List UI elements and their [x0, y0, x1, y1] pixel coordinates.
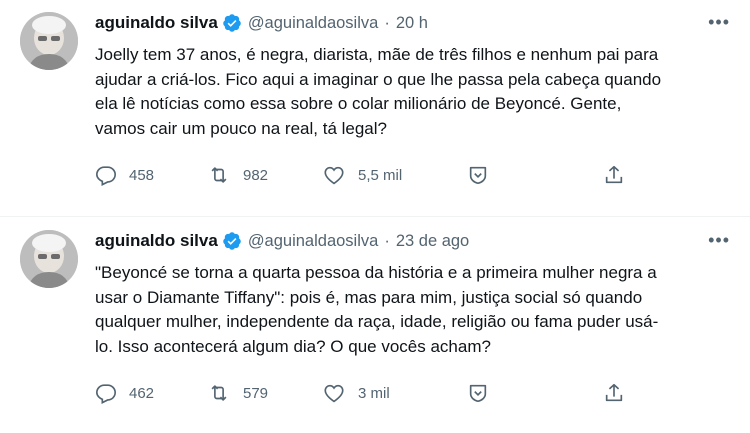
retweet-count: 579 — [243, 384, 269, 402]
more-options-icon[interactable]: ••• — [708, 230, 730, 251]
heart-icon — [324, 166, 344, 185]
retweet-icon — [211, 385, 227, 401]
reply-count: 458 — [129, 166, 155, 184]
more-options-icon[interactable]: ••• — [708, 12, 730, 33]
like-button[interactable]: 5,5 mil — [322, 164, 467, 186]
action-bar: 462 579 3 mil — [95, 381, 655, 405]
reply-icon — [96, 384, 116, 404]
verified-badge-icon — [222, 231, 242, 251]
tweet[interactable]: aguinaldo silva @aguinaldaosilva · 23 de… — [0, 216, 750, 432]
tweet-text: "Beyoncé se torna a quarta pessoa da his… — [95, 263, 659, 356]
like-button[interactable]: 3 mil — [322, 382, 467, 404]
reply-icon — [96, 166, 116, 186]
action-bar: 458 982 5,5 mil — [95, 163, 655, 187]
timestamp[interactable]: 23 de ago — [396, 232, 469, 251]
handle[interactable]: @aguinaldaosilva — [248, 232, 379, 251]
avatar[interactable] — [20, 12, 78, 70]
like-count: 3 mil — [358, 384, 390, 402]
tweet-header: aguinaldo silva @aguinaldaosilva · 20 h … — [95, 12, 730, 34]
verified-badge-icon — [222, 13, 242, 33]
handle[interactable]: @aguinaldaosilva — [248, 14, 379, 33]
separator: · — [384, 231, 390, 250]
shield-down-icon — [469, 384, 487, 403]
reply-button[interactable]: 462 — [95, 382, 207, 404]
heart-icon — [324, 384, 344, 403]
retweet-icon — [211, 167, 227, 183]
like-count: 5,5 mil — [358, 166, 403, 184]
tweet-header: aguinaldo silva @aguinaldaosilva · 23 de… — [95, 230, 730, 252]
reply-count: 462 — [129, 384, 155, 402]
tweet-text: Joelly tem 37 anos, é negra, diarista, m… — [95, 45, 662, 138]
retweet-button[interactable]: 579 — [207, 382, 322, 404]
tweet-analytics-button[interactable] — [467, 382, 603, 404]
retweet-button[interactable]: 982 — [207, 164, 322, 186]
retweet-count: 982 — [243, 166, 269, 184]
author-name[interactable]: aguinaldo silva — [95, 231, 218, 251]
avatar[interactable] — [20, 230, 78, 288]
timestamp[interactable]: 20 h — [396, 14, 428, 33]
tweet[interactable]: aguinaldo silva @aguinaldaosilva · 20 h … — [0, 0, 750, 216]
reply-button[interactable]: 458 — [95, 164, 207, 186]
separator: · — [384, 13, 390, 32]
tweet-analytics-button[interactable] — [467, 164, 603, 186]
share-icon — [605, 165, 623, 184]
author-name[interactable]: aguinaldo silva — [95, 13, 218, 33]
share-button[interactable] — [603, 164, 625, 186]
shield-down-icon — [469, 166, 487, 185]
share-button[interactable] — [603, 382, 625, 404]
share-icon — [605, 383, 623, 402]
